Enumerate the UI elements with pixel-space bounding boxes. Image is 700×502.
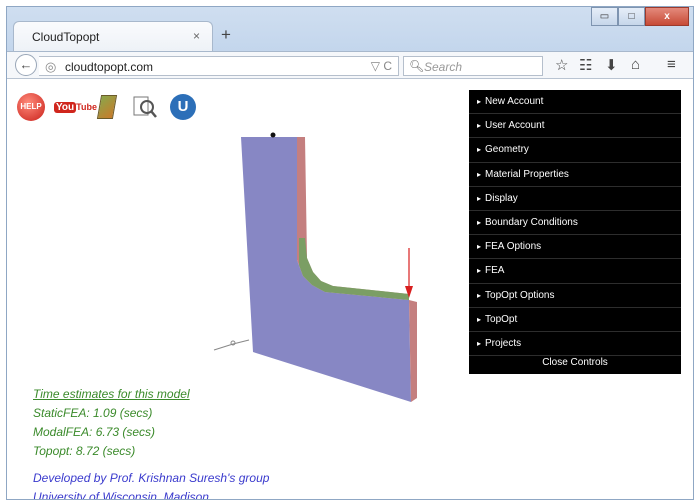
menu-item-projects[interactable]: Projects	[469, 332, 681, 357]
menu-item-fea-options[interactable]: FEA Options	[469, 235, 681, 260]
bookmark-star-icon[interactable]: ☆	[555, 56, 568, 74]
new-tab-button[interactable]: +	[221, 25, 231, 45]
maximize-button[interactable]: □	[618, 7, 645, 26]
menu-item-user-account[interactable]: User Account	[469, 114, 681, 139]
menu-item-topopt-options[interactable]: TopOpt Options	[469, 284, 681, 308]
url-text: cloudtopopt.com	[65, 60, 154, 74]
modal-fea-estimate: ModalFEA: 6.73 (secs)	[33, 425, 156, 439]
page-content: HELP You Tube U ▸ New Account ▸ User Acc…	[7, 80, 693, 500]
tab-title: CloudTopopt	[32, 30, 100, 44]
window-controls: ▭ □ x	[591, 7, 689, 27]
search-placeholder: Search	[424, 60, 463, 74]
browser-window: CloudTopopt × + ▭ □ x ← ◎ cloudtopopt.co…	[6, 6, 694, 500]
menu-item-material-properties[interactable]: Material Properties	[469, 163, 681, 187]
static-fea-estimate: StaticFEA: 1.09 (secs)	[33, 406, 153, 420]
estimates-heading[interactable]: Time estimates for this model	[33, 387, 190, 401]
menu-item-fea[interactable]: FEA	[469, 259, 681, 284]
credits-line-1: Developed by Prof. Krishnan Suresh's gro…	[33, 471, 270, 485]
navigation-bar: ← ◎ cloudtopopt.com ▽ C 🔍︎ Search ☆ ☷ ⬇ …	[7, 51, 693, 79]
axis-triad-icon	[213, 339, 250, 351]
controls-menu: New Account User Account Geometry Materi…	[469, 90, 681, 374]
back-button[interactable]: ←	[15, 54, 37, 76]
minimize-button[interactable]: ▭	[591, 7, 618, 26]
part-front-face	[241, 137, 411, 402]
browser-tab[interactable]: CloudTopopt ×	[13, 21, 213, 51]
tab-close-icon[interactable]: ×	[193, 29, 200, 43]
constraint-marker	[270, 132, 276, 138]
search-icon: 🔍︎	[409, 59, 425, 73]
menu-item-topopt[interactable]: TopOpt	[469, 308, 681, 332]
globe-icon: ◎	[45, 59, 57, 74]
menu-item-new-account[interactable]: New Account	[469, 90, 681, 115]
reading-list-icon[interactable]: ☷	[579, 56, 592, 74]
menu-icon[interactable]: ≡	[667, 56, 676, 73]
menu-item-display[interactable]: Display	[469, 187, 681, 211]
download-icon[interactable]: ⬇	[605, 56, 618, 74]
credits-line-2: University of Wisconsin, Madison	[33, 490, 209, 500]
close-window-button[interactable]: x	[645, 7, 689, 26]
menu-item-geometry[interactable]: Geometry	[469, 138, 681, 163]
address-bar[interactable]: ◎ cloudtopopt.com ▽ C	[39, 56, 399, 76]
reload-icon[interactable]: ▽ C	[371, 59, 392, 73]
menu-item-boundary-conditions[interactable]: Boundary Conditions	[469, 211, 681, 236]
home-icon[interactable]: ⌂	[631, 56, 640, 73]
search-input[interactable]: 🔍︎ Search	[403, 56, 543, 76]
topopt-estimate: Topopt: 8.72 (secs)	[33, 444, 136, 458]
browser-chrome: CloudTopopt × + ▭ □ x ← ◎ cloudtopopt.co…	[7, 7, 693, 79]
close-controls-button[interactable]: Close Controls	[469, 356, 681, 370]
